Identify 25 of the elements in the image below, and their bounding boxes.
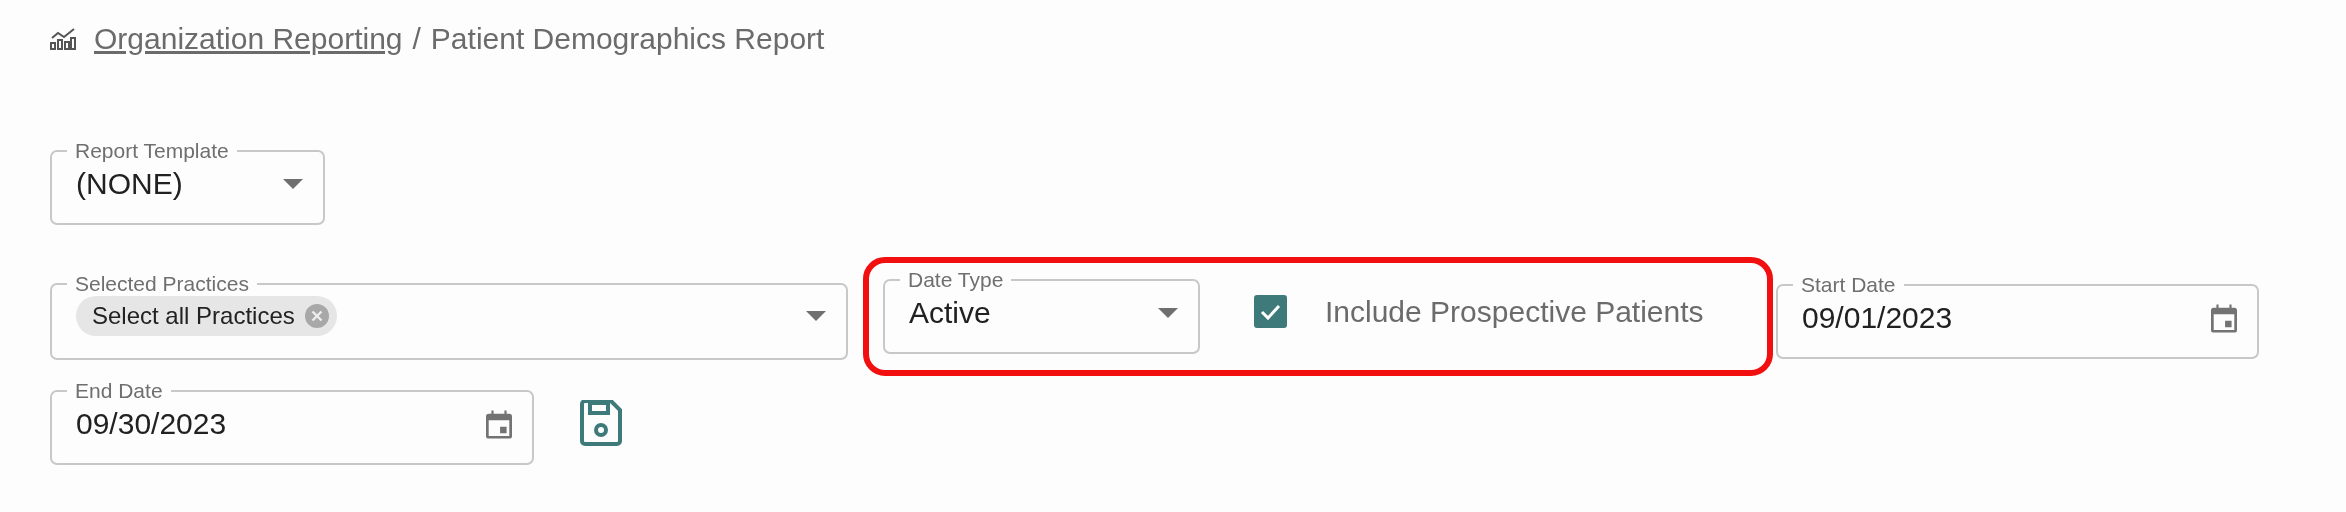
field-value: 09/30/2023	[76, 407, 228, 441]
calendar-icon[interactable]	[486, 409, 512, 439]
field-label: Start Date	[1800, 274, 1897, 295]
field-label: End Date	[74, 380, 164, 401]
dropdown-caret-icon	[283, 179, 303, 189]
practice-chip[interactable]: Select all Practices	[76, 296, 337, 336]
save-icon[interactable]	[580, 399, 622, 446]
end-date-field[interactable]: End Date 09/30/2023	[50, 380, 534, 465]
field-label: Selected Practices	[74, 273, 250, 294]
breadcrumb-current: Patient Demographics Report	[430, 22, 825, 56]
breadcrumb-separator: /	[412, 22, 421, 56]
calendar-icon[interactable]	[2211, 303, 2237, 333]
chart-icon	[50, 28, 76, 50]
field-label: Report Template	[74, 140, 230, 161]
checkbox[interactable]	[1254, 295, 1287, 328]
dropdown-caret-icon	[806, 311, 826, 321]
dropdown-caret-icon	[1158, 308, 1178, 318]
field-value: Active	[909, 296, 992, 330]
checkbox-label: Include Prospective Patients	[1325, 294, 1704, 329]
report-template-dropdown[interactable]: Report Template (NONE)	[50, 140, 325, 225]
field-value: 09/01/2023	[1802, 301, 1954, 335]
field-value: (NONE)	[76, 167, 184, 201]
practices-multiselect[interactable]: Selected Practices Select all Practices	[50, 273, 848, 360]
breadcrumb-link[interactable]: Organization Reporting	[94, 22, 403, 56]
field-label: Date Type	[907, 269, 1005, 290]
